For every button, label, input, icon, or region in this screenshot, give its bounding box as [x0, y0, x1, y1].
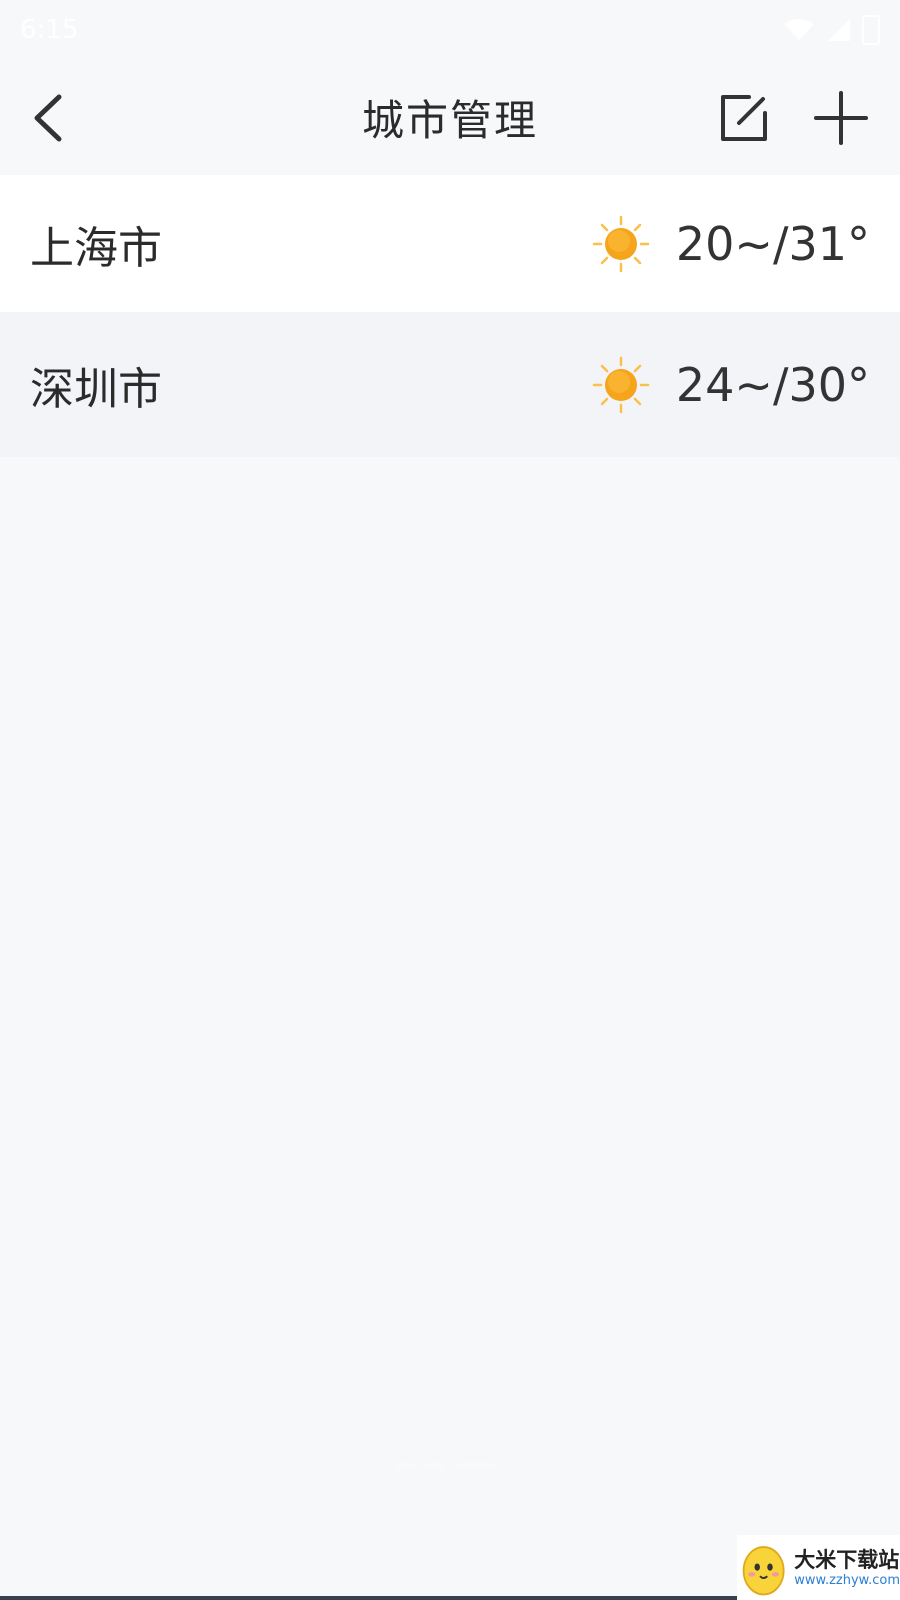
city-row[interactable]: 深圳市 24~/30°	[0, 312, 900, 457]
signal-icon	[828, 19, 850, 41]
city-name: 深圳市	[30, 363, 162, 415]
status-icons	[782, 15, 880, 45]
temperature-range: 24~/30°	[675, 357, 870, 412]
wifi-icon	[784, 19, 814, 40]
mascot-logo-icon	[742, 1545, 785, 1595]
watermark-url: www.zzhyw.com	[794, 1572, 900, 1588]
bottom-edge	[0, 1596, 737, 1600]
chevron-left-icon	[34, 94, 62, 142]
city-list: 上海市 20~/31° 深圳市 24~/30°	[0, 175, 900, 457]
watermark-title: 大米下载站	[794, 1547, 900, 1572]
plus-icon	[814, 91, 868, 145]
watermark: 大米下载站 www.zzhyw.com	[737, 1535, 900, 1600]
sun-icon	[592, 356, 650, 413]
home-indicator	[395, 1460, 505, 1472]
status-time: 6:15	[20, 15, 79, 45]
nav-bar: 城市管理	[0, 60, 900, 175]
back-button[interactable]	[18, 86, 78, 150]
sun-icon	[592, 215, 650, 272]
status-bar: 6:15	[0, 0, 900, 60]
page-title: 城市管理	[361, 96, 538, 145]
edit-icon	[721, 95, 767, 141]
add-city-button[interactable]	[806, 86, 876, 150]
city-name: 上海市	[30, 222, 162, 274]
battery-icon	[862, 15, 880, 45]
city-row[interactable]: 上海市 20~/31°	[0, 175, 900, 312]
edit-button[interactable]	[712, 86, 776, 150]
watermark-text: 大米下载站 www.zzhyw.com	[794, 1547, 900, 1589]
temperature-range: 20~/31°	[675, 216, 870, 271]
